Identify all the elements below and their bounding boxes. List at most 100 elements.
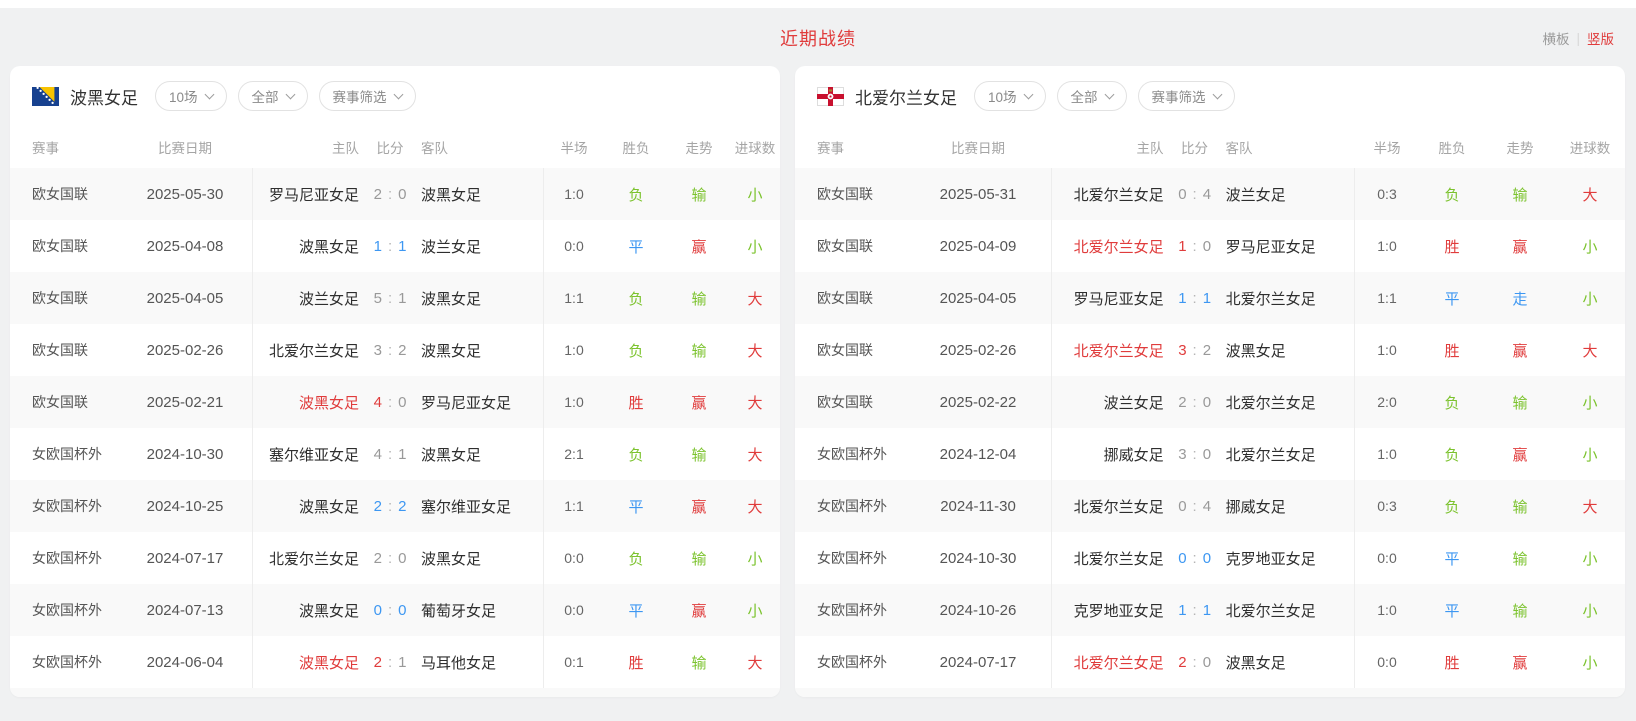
trend-cell: 赢 [1485, 444, 1555, 465]
result-cell: 胜 [604, 392, 668, 413]
result-cell: 胜 [604, 652, 668, 673]
match-cell: 北爱尔兰女足1:0罗马尼亚女足 [1051, 220, 1355, 272]
match-row[interactable]: 女欧国杯外2024-07-17北爱尔兰女足2:0波黑女足0:0胜赢小 [795, 636, 1625, 688]
score-cell: 2:0 [1164, 654, 1226, 671]
home-goals: 5 [374, 290, 382, 307]
match-row[interactable]: 欧女国联2025-02-22波兰女足2:0北爱尔兰女足2:0负输小 [795, 376, 1625, 428]
match-row[interactable]: 欧女国联2025-02-21波黑女足4:0罗马尼亚女足1:0胜赢大 [10, 376, 780, 428]
match-row[interactable]: 欧女国联2025-04-05波兰女足5:1波黑女足1:1负输大 [10, 272, 780, 324]
match-count-filter[interactable]: 10场 [155, 81, 227, 111]
away-goals: 0 [398, 186, 406, 203]
panel-header: 北爱尔兰女足10场全部赛事筛选 [795, 66, 1625, 126]
vertical-layout-link[interactable]: 竖版 [1587, 28, 1614, 48]
goals-cell: 大 [730, 288, 780, 309]
score-colon: : [388, 602, 392, 619]
half-score-cell: 0:1 [544, 654, 604, 670]
page-title: 近期战绩 [780, 25, 856, 51]
away-goals: 2 [398, 342, 406, 359]
away-team: 罗马尼亚女足 [421, 392, 543, 413]
chevron-down-icon [1212, 89, 1222, 99]
score-cell: 1:1 [1164, 602, 1226, 619]
topbar: 近期战绩 横板 | 竖版 [0, 8, 1636, 66]
match-row[interactable]: 女欧国杯外2024-10-25波黑女足2:2塞尔维亚女足1:1平赢大 [10, 480, 780, 532]
score-cell: 5:1 [359, 290, 421, 307]
competition-filter[interactable]: 赛事筛选 [319, 81, 416, 111]
trend-cell: 赢 [1485, 340, 1555, 361]
date-cell: 2024-07-13 [118, 602, 252, 619]
match-count-filter[interactable]: 10场 [974, 81, 1046, 111]
away-team: 波兰女足 [1226, 184, 1354, 205]
match-row[interactable]: 欧女国联2025-04-05罗马尼亚女足1:1北爱尔兰女足1:1平走小 [795, 272, 1625, 324]
match-cell: 波兰女足5:1波黑女足 [252, 272, 544, 324]
score-colon: : [388, 550, 392, 567]
chevron-down-icon [204, 89, 214, 99]
home-team: 罗马尼亚女足 [253, 184, 359, 205]
away-goals: 1 [398, 654, 406, 671]
half-score-cell: 0:3 [1355, 498, 1419, 514]
home-goals: 1 [1178, 602, 1186, 619]
scope-filter-label: 全部 [1071, 86, 1098, 106]
half-score-cell: 1:1 [1355, 290, 1419, 306]
away-team: 波黑女足 [421, 444, 543, 465]
match-row[interactable]: 女欧国杯外2024-06-04波黑女足2:1马耳他女足0:1胜输大 [10, 636, 780, 688]
chevron-down-icon [1023, 89, 1033, 99]
bosnia-herzegovina-flag-icon [32, 87, 59, 106]
trend-cell: 输 [668, 184, 730, 205]
half-score-cell: 1:0 [544, 186, 604, 202]
match-row[interactable]: 女欧国杯外2024-07-17北爱尔兰女足2:0波黑女足0:0负输小 [10, 532, 780, 584]
match-row[interactable]: 欧女国联2025-02-26北爱尔兰女足3:2波黑女足1:0胜赢大 [795, 324, 1625, 376]
goals-cell: 小 [730, 236, 780, 257]
column-header-away: 客队 [421, 137, 544, 157]
horizontal-layout-link[interactable]: 横板 [1542, 28, 1569, 48]
chevron-down-icon [393, 89, 403, 99]
match-cell: 北爱尔兰女足0:4波兰女足 [1051, 168, 1355, 220]
home-team: 北爱尔兰女足 [1052, 236, 1164, 257]
match-row[interactable]: 女欧国杯外2024-07-13波黑女足0:0葡萄牙女足0:0平赢小 [10, 584, 780, 636]
match-cell: 波黑女足1:1波兰女足 [252, 220, 544, 272]
home-team: 北爱尔兰女足 [1052, 652, 1164, 673]
match-row[interactable]: 欧女国联2025-02-26北爱尔兰女足3:2波黑女足1:0负输大 [10, 324, 780, 376]
score-cell: 2:0 [1164, 394, 1226, 411]
half-score-cell: 2:1 [544, 446, 604, 462]
match-row[interactable]: 女欧国杯外2024-11-30北爱尔兰女足0:4挪威女足0:3负输大 [795, 480, 1625, 532]
score-cell: 3:2 [1164, 342, 1226, 359]
match-row[interactable]: 女欧国杯外2024-10-26克罗地亚女足1:1北爱尔兰女足1:0平输小 [795, 584, 1625, 636]
match-row[interactable]: 欧女国联2025-04-08波黑女足1:1波兰女足0:0平赢小 [10, 220, 780, 272]
score-cell: 3:0 [1164, 446, 1226, 463]
half-score-cell: 1:1 [544, 498, 604, 514]
score-colon: : [388, 342, 392, 359]
date-cell: 2025-02-26 [118, 342, 252, 359]
match-cell: 北爱尔兰女足3:2波黑女足 [252, 324, 544, 376]
away-team: 挪威女足 [1226, 496, 1354, 517]
score-colon: : [388, 238, 392, 255]
match-row[interactable]: 欧女国联2025-04-09北爱尔兰女足1:0罗马尼亚女足1:0胜赢小 [795, 220, 1625, 272]
match-row[interactable]: 女欧国杯外2024-12-04挪威女足3:0北爱尔兰女足1:0负赢小 [795, 428, 1625, 480]
trend-cell: 赢 [668, 496, 730, 517]
match-row[interactable]: 女欧国杯外2024-10-30塞尔维亚女足4:1波黑女足2:1负输大 [10, 428, 780, 480]
goals-cell: 小 [1555, 600, 1625, 621]
goals-cell: 大 [1555, 340, 1625, 361]
scope-filter[interactable]: 全部 [1057, 81, 1127, 111]
half-score-cell: 1:0 [544, 342, 604, 358]
away-team: 北爱尔兰女足 [1226, 288, 1354, 309]
half-score-cell: 1:1 [544, 290, 604, 306]
result-cell: 平 [1419, 288, 1485, 309]
trend-cell: 输 [1485, 496, 1555, 517]
away-goals: 2 [1203, 342, 1211, 359]
view-toggle: 横板 | 竖版 [1542, 28, 1614, 48]
competition-filter[interactable]: 赛事筛选 [1138, 81, 1235, 111]
home-team: 北爱尔兰女足 [253, 548, 359, 569]
match-row[interactable]: 欧女国联2025-05-30罗马尼亚女足2:0波黑女足1:0负输小 [10, 168, 780, 220]
home-goals: 4 [374, 446, 382, 463]
away-team: 波黑女足 [1226, 652, 1354, 673]
match-row[interactable]: 女欧国杯外2024-10-30北爱尔兰女足0:0克罗地亚女足0:0平输小 [795, 532, 1625, 584]
away-team: 北爱尔兰女足 [1226, 392, 1354, 413]
scope-filter[interactable]: 全部 [238, 81, 308, 111]
league-cell: 欧女国联 [10, 184, 118, 204]
column-header-trend: 走势 [668, 137, 730, 157]
goals-cell: 大 [1555, 496, 1625, 517]
home-team: 北爱尔兰女足 [1052, 340, 1164, 361]
match-cell: 罗马尼亚女足2:0波黑女足 [252, 168, 544, 220]
match-row[interactable]: 欧女国联2025-05-31北爱尔兰女足0:4波兰女足0:3负输大 [795, 168, 1625, 220]
away-team: 罗马尼亚女足 [1226, 236, 1354, 257]
